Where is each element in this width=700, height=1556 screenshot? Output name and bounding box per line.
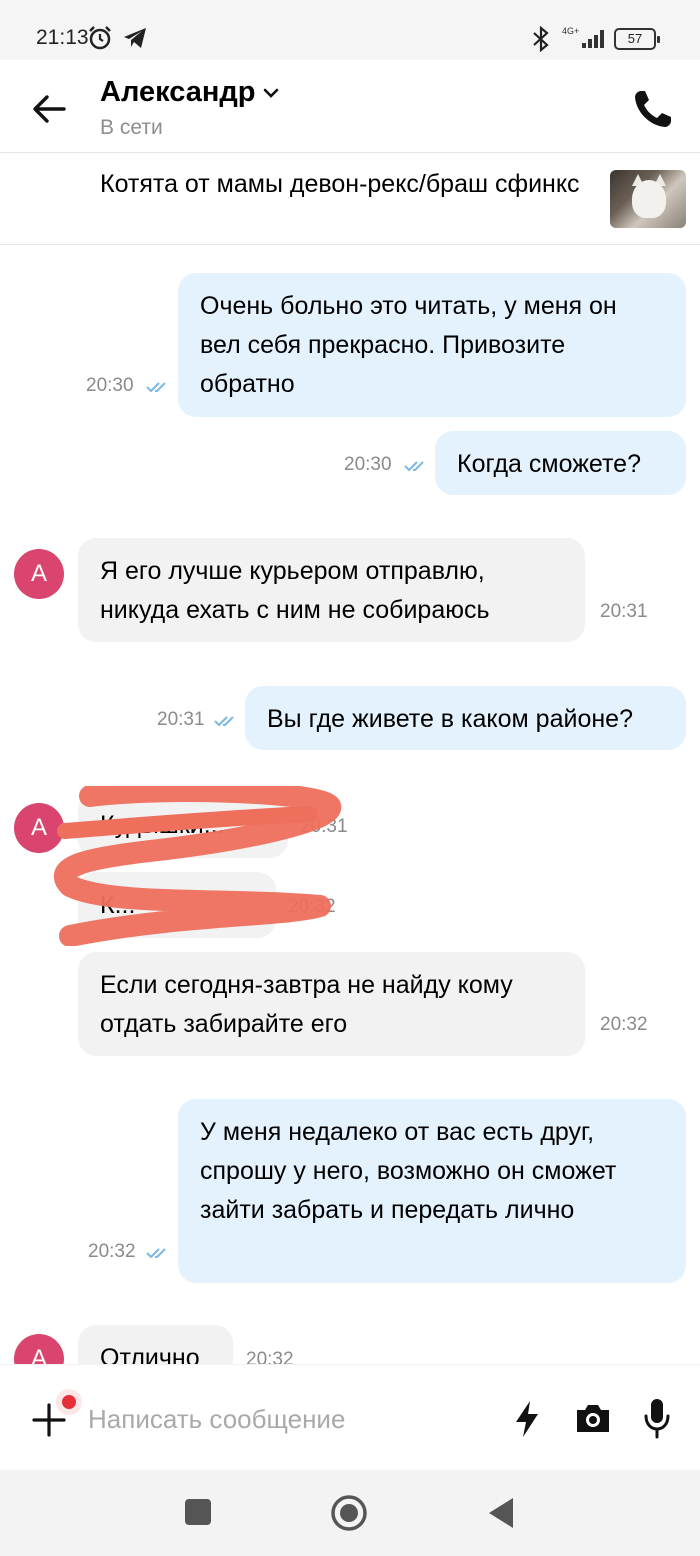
- read-ticks-icon: [214, 716, 234, 727]
- avatar-letter: А: [30, 814, 47, 841]
- message-text: Когда сможете?: [457, 450, 641, 478]
- status-time: 21:13: [36, 26, 89, 49]
- system-navigation-bar: [0, 1470, 700, 1556]
- phone-icon[interactable]: [632, 88, 674, 130]
- message-text: Очень больно это читать, у меня он вел с…: [200, 292, 617, 398]
- message-time: 20:30: [344, 454, 392, 475]
- microphone-icon[interactable]: [642, 1397, 672, 1439]
- message-time: 20:32: [88, 1241, 136, 1262]
- outgoing-message[interactable]: Вы где живете в каком районе?: [245, 686, 686, 750]
- message-time: 20:32: [288, 896, 336, 917]
- read-ticks-icon: [146, 1248, 166, 1259]
- read-ticks-icon: [146, 382, 166, 393]
- message-time: 20:31: [600, 601, 648, 622]
- incoming-message[interactable]: Если сегодня-завтра не найду кому отдать…: [78, 952, 585, 1056]
- recent-apps-icon[interactable]: [184, 1498, 212, 1526]
- incoming-message[interactable]: Кудышки...: [78, 792, 288, 858]
- incoming-message[interactable]: К...: [78, 872, 276, 938]
- outgoing-message[interactable]: У меня недалеко от вас есть друг, спрошу…: [178, 1099, 686, 1283]
- read-ticks-icon: [404, 461, 424, 472]
- message-text: Вы где живете в каком районе?: [267, 705, 633, 733]
- message-text: Если сегодня-завтра не найду кому отдать…: [100, 971, 513, 1038]
- chevron-down-icon[interactable]: [262, 84, 280, 102]
- message-time: 20:31: [300, 816, 348, 837]
- outgoing-message[interactable]: Очень больно это читать, у меня он вел с…: [178, 273, 686, 417]
- status-bar: 21:13 4G+ 57: [0, 0, 700, 60]
- home-icon[interactable]: [330, 1494, 368, 1532]
- listing-banner[interactable]: Котята от мамы девон-рекс/браш сфинкс: [0, 153, 700, 245]
- message-time: 20:31: [157, 709, 205, 730]
- message-composer: [0, 1364, 700, 1470]
- message-text: Кудышки...: [100, 811, 225, 839]
- incoming-message[interactable]: Отлично: [78, 1325, 233, 1364]
- listing-title[interactable]: Котята от мамы девон-рекс/браш сфинкс: [100, 167, 580, 202]
- avatar[interactable]: А: [14, 549, 64, 599]
- avatar-letter: А: [30, 560, 47, 587]
- telegram-icon: [124, 28, 146, 48]
- alarm-icon: [89, 26, 111, 50]
- contact-name[interactable]: Александр: [100, 76, 256, 109]
- message-list[interactable]: Очень больно это читать, у меня он вел с…: [0, 246, 700, 1364]
- outgoing-message[interactable]: Когда сможете?: [435, 431, 686, 495]
- message-text: У меня недалеко от вас есть друг, спрошу…: [200, 1118, 617, 1224]
- message-input[interactable]: [88, 1395, 488, 1443]
- lightning-icon[interactable]: [512, 1399, 542, 1439]
- message-time: 20:30: [86, 375, 134, 396]
- message-text: Я его лучше курьером отправлю, никуда ех…: [100, 557, 490, 624]
- avatar-letter: А: [30, 1345, 47, 1364]
- network-type: 4G+: [562, 26, 580, 36]
- message-text: Отлично: [100, 1344, 200, 1364]
- online-status: В сети: [100, 116, 163, 139]
- message-time: 20:32: [600, 1014, 648, 1035]
- arrow-left-icon[interactable]: [30, 90, 68, 128]
- avatar[interactable]: А: [14, 1334, 64, 1364]
- bluetooth-icon: [533, 26, 549, 52]
- battery-icon: 57: [614, 28, 660, 50]
- notification-dot: [56, 1389, 82, 1415]
- battery-level: 57: [627, 31, 643, 46]
- incoming-message[interactable]: Я его лучше курьером отправлю, никуда ех…: [78, 538, 585, 642]
- chat-header: Александр В сети: [0, 60, 700, 153]
- camera-icon[interactable]: [574, 1401, 612, 1435]
- message-time: 20:32: [246, 1349, 294, 1364]
- signal-icon: [582, 30, 606, 48]
- message-text: К...: [100, 891, 136, 919]
- back-nav-icon[interactable]: [486, 1496, 516, 1530]
- avatar[interactable]: А: [14, 803, 64, 853]
- listing-thumbnail[interactable]: [610, 170, 686, 228]
